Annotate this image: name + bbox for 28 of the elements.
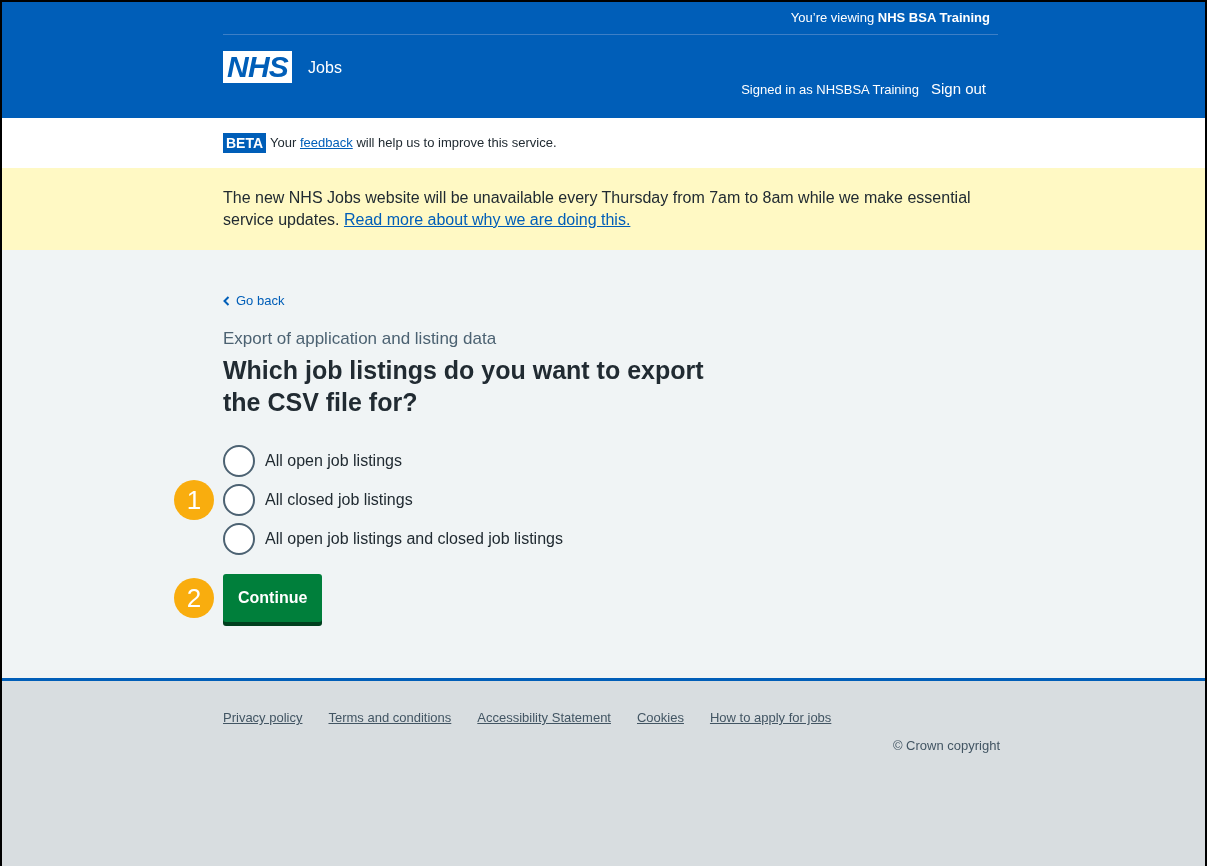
service-name[interactable]: Jobs bbox=[308, 56, 342, 80]
feedback-text: Your feedback will help us to improve this service. bbox=[270, 134, 557, 153]
read-more-link[interactable]: Read more about why we are doing this. bbox=[343, 211, 631, 228]
option-label: All open job listings and closed job listings bbox=[265, 529, 563, 549]
copyright-text: © Crown copyright bbox=[892, 736, 1000, 755]
nhs-logo[interactable]: NHS bbox=[223, 51, 293, 83]
footer-link[interactable]: How to apply for jobs bbox=[709, 708, 832, 728]
option-label: All open job listings bbox=[265, 451, 402, 471]
page-caption: Export of application and listing data bbox=[223, 327, 497, 350]
page-heading: Which job listings do you want to export the CSV file for? bbox=[223, 355, 705, 418]
radio-button[interactable] bbox=[223, 523, 255, 555]
beta-tag: BETA bbox=[223, 133, 267, 153]
footer-link[interactable]: Cookies bbox=[637, 708, 684, 728]
chevron-left-icon bbox=[223, 295, 230, 306]
step-number-badge: 2 bbox=[174, 578, 214, 618]
option-label: All closed job listings bbox=[265, 490, 413, 510]
footer-link[interactable]: Accessibility Statement bbox=[477, 708, 611, 728]
footer-link[interactable]: Terms and conditions bbox=[328, 708, 452, 728]
footer-link[interactable]: Privacy policy bbox=[223, 708, 303, 728]
viewing-text: You’re viewing NHS BSA Training bbox=[790, 9, 990, 28]
step-number-badge: 1 bbox=[174, 480, 214, 520]
back-link[interactable]: Go back bbox=[223, 291, 285, 311]
notice-text: The new NHS Jobs website will be unavailable every Thursday from 7am to 8am while we make essential service updates. Read more about why we are doing this. bbox=[223, 188, 972, 230]
radio-button[interactable] bbox=[223, 484, 255, 516]
radio-button[interactable] bbox=[223, 445, 255, 477]
feedback-link[interactable]: feedback bbox=[300, 135, 353, 151]
sign-out-link[interactable]: Sign out bbox=[930, 78, 986, 101]
signed-in-text: Signed in as NHSBSA Training bbox=[741, 80, 919, 99]
